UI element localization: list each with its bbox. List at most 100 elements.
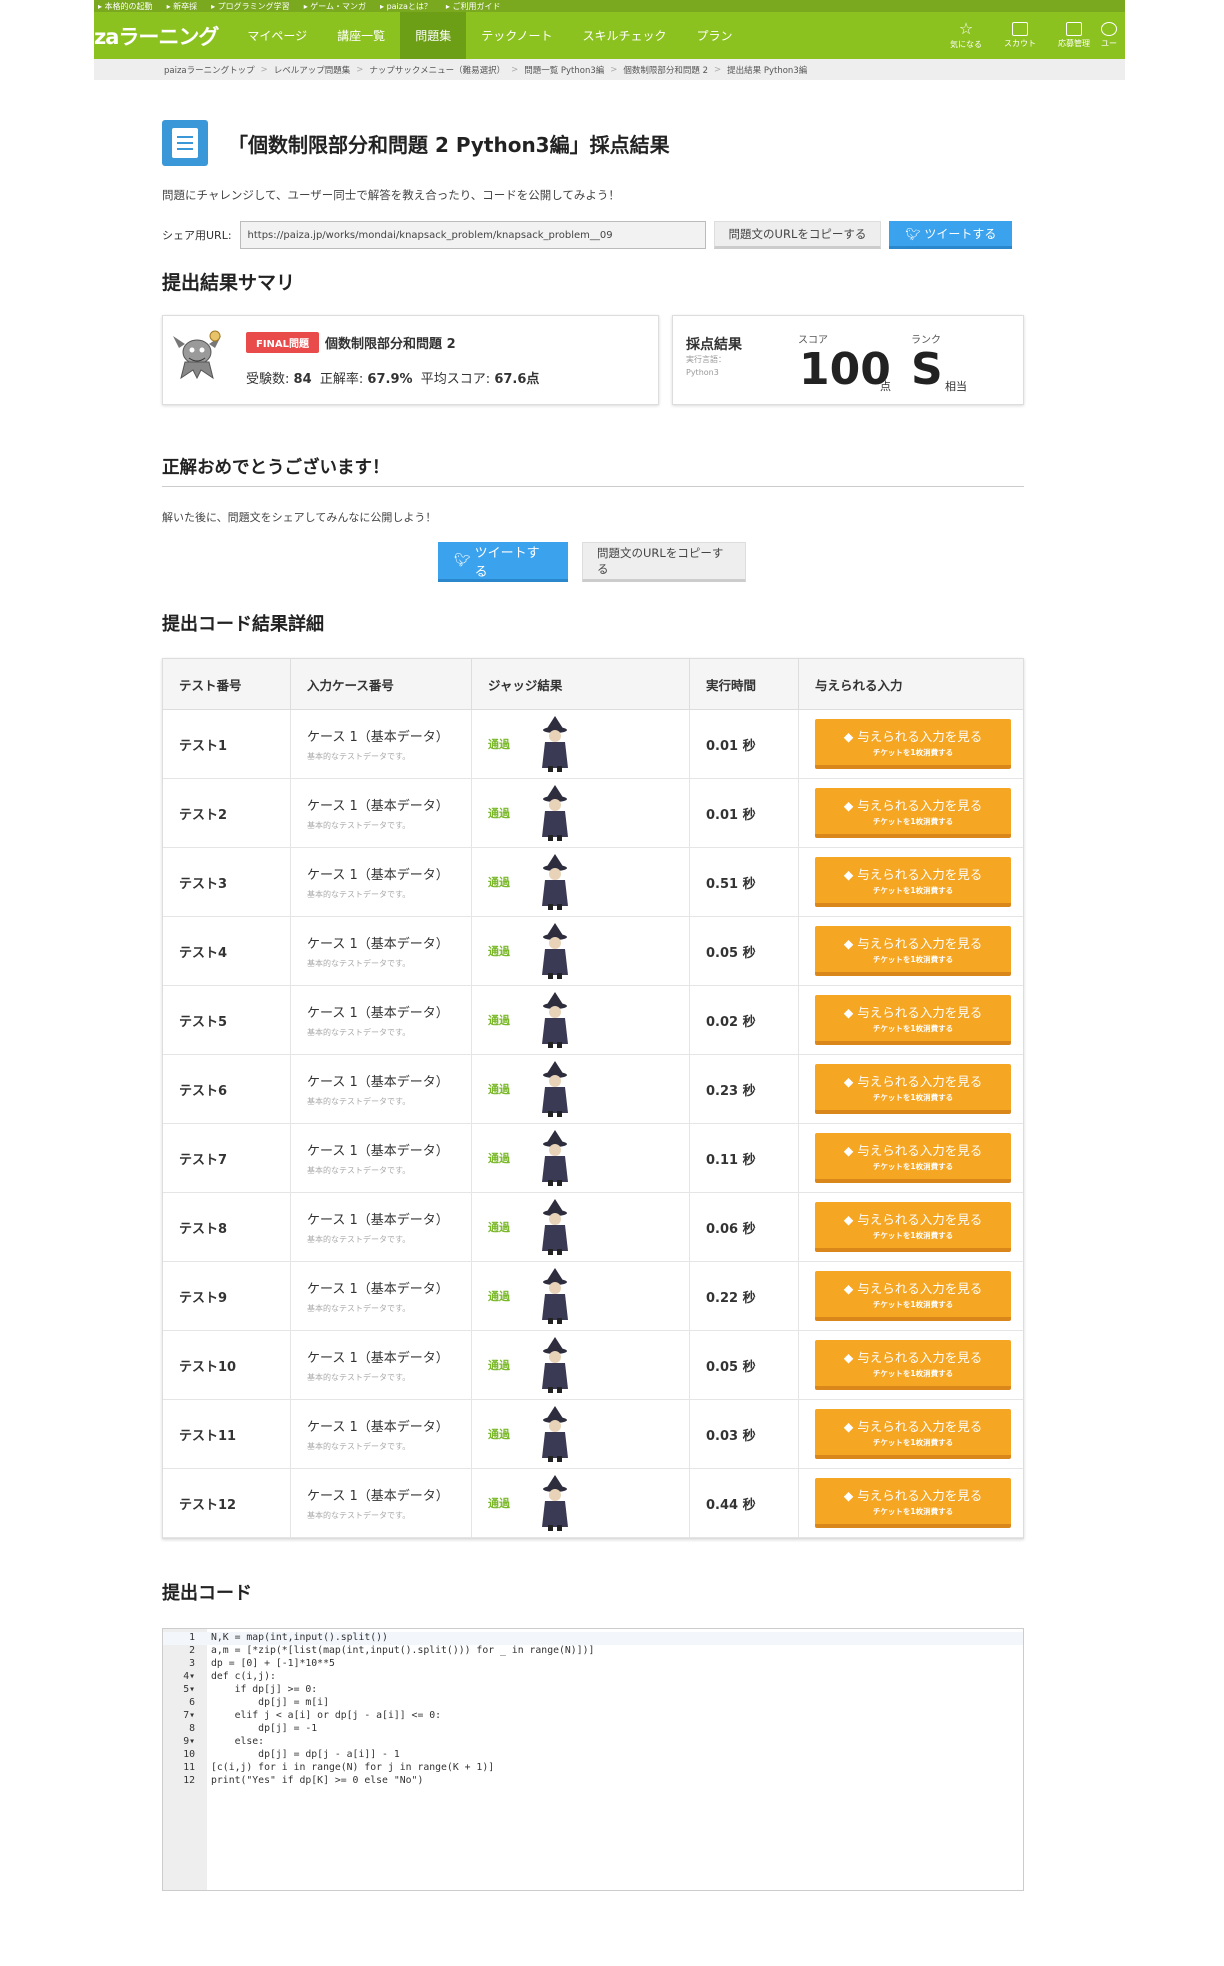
top-link[interactable]: ▸ ご利用ガイド (446, 1, 501, 12)
logo[interactable]: zaラーニング (94, 12, 232, 59)
pass-label: 通過 (488, 945, 510, 958)
case-label: ケース 1（基本データ） (307, 1351, 449, 1366)
ticket-icon: ◆ (843, 729, 854, 744)
view-input-button[interactable]: ◆ 与えられる入力を見る チケットを1枚消費する (815, 1202, 1011, 1252)
table-row: テスト2 ケース 1（基本データ） 基本的なテストデータです。 通過 0.01 秒 ◆ 与… (163, 779, 1023, 848)
view-input-button[interactable]: ◆ 与えられる入力を見る チケットを1枚消費する (815, 857, 1011, 907)
code-heading: 提出コード (162, 1583, 252, 1604)
nav-user[interactable]: ユー (1101, 12, 1125, 59)
nav-scout[interactable]: スカウト (993, 12, 1047, 59)
score-unit: 点 (880, 380, 891, 393)
case-description: 基本的なテストデータです。 (307, 1097, 411, 1106)
view-input-sublabel: チケットを1枚消費する (872, 1024, 954, 1033)
breadcrumb: paizaラーニングトップ > レベルアップ問題集 > ナップサックメニュー（難易選択）… (94, 59, 1125, 80)
pass-label: 通過 (488, 1359, 510, 1372)
col-judge-result: ジャッジ結果 (472, 659, 690, 709)
code-text: dp[j] = m[i] (211, 1697, 329, 1708)
score-value: 100 (799, 344, 891, 395)
line-number: 2 (189, 1645, 195, 1656)
view-input-sublabel: チケットを1枚消費する (872, 1300, 954, 1309)
nav-applications-label: 応募管理 (1058, 39, 1090, 48)
breadcrumb-item[interactable]: 個数制限部分和問題 2 (623, 64, 708, 76)
copy-url-button[interactable]: 問題文のURLをコピーする (713, 221, 882, 249)
ticket-icon: ◆ (843, 1143, 854, 1158)
view-input-label: 与えられる入力を見る (857, 729, 983, 744)
view-input-button[interactable]: ◆ 与えられる入力を見る チケットを1枚消費する (815, 1271, 1011, 1321)
view-input-button[interactable]: ◆ 与えられる入力を見る チケットを1枚消費する (815, 926, 1011, 976)
view-input-button[interactable]: ◆ 与えられる入力を見るチケットを1枚消費する (815, 995, 1011, 1045)
nav-mypage[interactable]: マイページ (232, 12, 322, 59)
view-input-label: 与えられる入力を見る (857, 1212, 983, 1227)
case-label: ケース 1（基本データ） (307, 1006, 449, 1021)
breadcrumb-item[interactable]: レベルアップ問題集 (274, 64, 351, 76)
nav-technote[interactable]: テックノート (466, 12, 567, 59)
case-label: ケース 1（基本データ） (307, 1489, 449, 1504)
view-input-button[interactable]: ◆ 与えられる入力を見る チケットを1枚消費する (815, 1409, 1011, 1459)
examinees-value: 84 (293, 372, 312, 387)
view-input-button[interactable]: ◆ 与えられる入力を見る チケットを1枚消費する (815, 1478, 1011, 1528)
table-header: テスト番号 入力ケース番号 ジャッジ結果 実行時間 与えられる入力 (163, 659, 1023, 710)
nav-courses[interactable]: 講座一覧 (322, 12, 400, 59)
tweet-button[interactable]: 🐦︎ ツイートする (889, 221, 1013, 249)
code-line: 9▾ else: (163, 1736, 1023, 1749)
case-description: 基本的なテストデータです。 (307, 1304, 411, 1313)
exec-time: 0.06 秒 (706, 1221, 756, 1237)
breadcrumb-item[interactable]: paizaラーニングトップ (164, 64, 255, 76)
top-link[interactable]: ▸ ゲーム・マンガ (304, 1, 366, 12)
top-link[interactable]: ▸ プログラミング学習 (211, 1, 290, 12)
case-description: 基本的なテストデータです。 (307, 1511, 411, 1520)
table-row: テスト3 ケース 1（基本データ） 基本的なテストデータです。 通過 0.51 秒 ◆ 与… (163, 848, 1023, 917)
view-input-label: 与えられる入力を見る (857, 1488, 983, 1503)
nav-applications[interactable]: 応募管理 (1047, 12, 1101, 59)
case-description: 基本的なテストデータです。 (307, 1373, 411, 1382)
congrats-copy-button[interactable]: 問題文のURLをコピーする (582, 542, 746, 582)
wizard-character-icon (540, 1475, 570, 1531)
nav-skillcheck[interactable]: スキルチェック (567, 12, 681, 59)
view-input-button[interactable]: ◆ 与えられる入力を見る チケットを1枚消費する (815, 1064, 1011, 1114)
code-line: 3 dp = [0] + [-1]*10**5 (163, 1658, 1023, 1671)
accuracy-value: 67.9% (367, 372, 413, 387)
pass-label: 通過 (488, 1497, 510, 1510)
code-text: def c(i,j): (211, 1671, 276, 1682)
pass-label: 通過 (488, 807, 510, 820)
star-icon: ☆ (958, 19, 974, 38)
wizard-character-icon (540, 716, 570, 772)
top-link[interactable]: ▸ 本格的の起動 (98, 1, 153, 12)
test-number: テスト6 (179, 1083, 228, 1099)
nav-favorites[interactable]: ☆ 気になる (939, 12, 993, 59)
nav-problems[interactable]: 問題集 (400, 12, 467, 59)
ticket-icon: ◆ (843, 1350, 854, 1365)
share-url-field[interactable]: https://paiza.jp/works/mondai/knapsack_p… (239, 221, 706, 249)
congrats-heading: 正解おめでとうございます！ (162, 458, 390, 478)
line-number: 11 (183, 1762, 195, 1773)
view-input-button[interactable]: ◆ 与えられる入力を見る チケットを1枚消費する (815, 719, 1011, 769)
view-input-button[interactable]: ◆ 与えられる入力を見る チケットを1枚消費する (815, 788, 1011, 838)
code-line: 6 dp[j] = m[i] (163, 1697, 1023, 1710)
col-given-input: 与えられる入力 (815, 677, 903, 693)
code-line: 1 N,K = map(int,input().split()) (163, 1632, 1023, 1645)
ticket-icon: ◆ (843, 1005, 854, 1020)
breadcrumb-item[interactable]: ナップサックメニュー（難易選択） (369, 64, 505, 76)
test-number: テスト7 (179, 1152, 228, 1168)
case-label: ケース 1（基本データ） (307, 730, 449, 745)
accuracy-label: 正解率: (319, 372, 364, 387)
congrats-text: 解いた後に、問題文をシェアしてみんなに公開しよう！ (162, 511, 437, 524)
wizard-character-icon (540, 1199, 570, 1255)
view-input-button[interactable]: ◆ 与えられる入力を見る チケットを1枚消費する (815, 1340, 1011, 1390)
view-input-sublabel: チケットを1枚消費する (872, 1369, 954, 1378)
top-link[interactable]: ▸ 新卒採 (167, 1, 198, 12)
ticket-icon: ◆ (843, 1488, 854, 1503)
view-input-button[interactable]: ◆ 与えられる入力を見る チケットを1枚消費する (815, 1133, 1011, 1183)
mail-icon (1012, 22, 1028, 36)
nav-plan[interactable]: プラン (682, 12, 748, 59)
test-number: テスト1 (179, 738, 228, 754)
view-input-label: 与えられる入力を見る (857, 1005, 983, 1020)
code-editor[interactable]: 1 N,K = map(int,input().split()) 2 a,m = [*… (162, 1628, 1024, 1891)
breadcrumb-item[interactable]: 問題一覧 Python3編 (524, 64, 604, 76)
divider (162, 486, 1024, 487)
wizard-character-icon (540, 785, 570, 841)
top-link[interactable]: ▸ paizaとは？ (380, 1, 432, 12)
ticket-icon: ◆ (843, 1419, 854, 1434)
congrats-tweet-button[interactable]: 🐦︎ ツイートする (438, 542, 568, 582)
case-description: 基本的なテストデータです。 (307, 1166, 411, 1175)
